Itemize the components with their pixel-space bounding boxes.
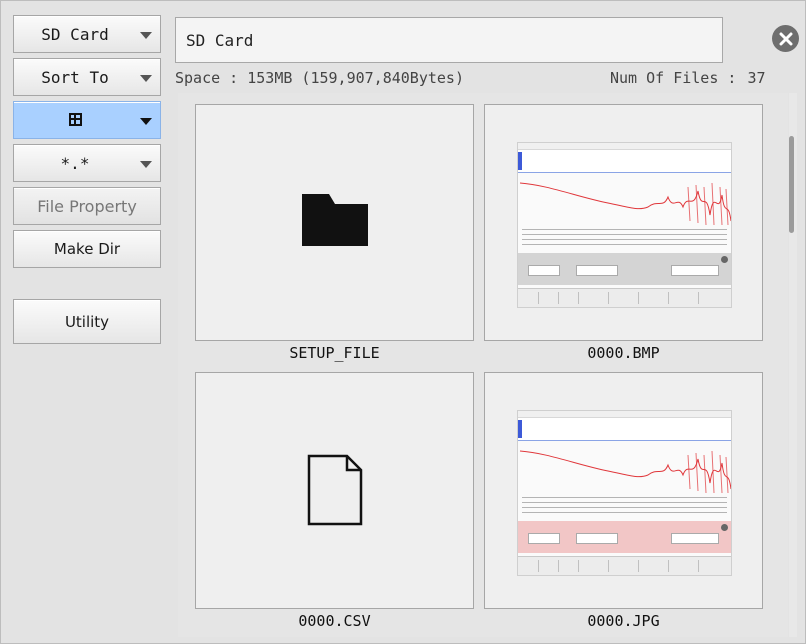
- file-preview: [195, 104, 474, 341]
- bmp-thumbnail: [517, 142, 732, 308]
- file-grid: SETUP_FILE 0000.BMP 0000.CSV 0000.JPG: [178, 93, 788, 637]
- waveform-graph: [519, 450, 731, 494]
- utility-button[interactable]: Utility: [13, 299, 161, 344]
- close-button[interactable]: [772, 25, 799, 52]
- file-count-value: 37: [747, 69, 766, 87]
- file-preview: [484, 372, 763, 609]
- path-text: SD Card: [186, 30, 254, 50]
- file-tile[interactable]: 0000.JPG: [484, 372, 763, 633]
- file-filter-dropdown[interactable]: *.*: [13, 144, 161, 182]
- sort-dropdown-label: Sort To: [41, 67, 109, 87]
- jpg-thumbnail: [517, 410, 732, 576]
- file-name: 0000.BMP: [587, 344, 660, 362]
- view-mode-dropdown[interactable]: [13, 101, 161, 139]
- file-name: 0000.CSV: [298, 612, 371, 630]
- path-field[interactable]: SD Card: [175, 17, 723, 63]
- file-property-button[interactable]: File Property: [13, 187, 161, 225]
- document-icon: [307, 454, 363, 526]
- file-tile[interactable]: 0000.CSV: [195, 372, 474, 633]
- file-preview: [484, 104, 763, 341]
- storage-dropdown[interactable]: SD Card: [13, 15, 161, 53]
- scrollbar-thumb[interactable]: [789, 136, 794, 233]
- folder-icon: [302, 194, 368, 246]
- chevron-down-icon: [140, 118, 152, 125]
- sort-dropdown[interactable]: Sort To: [13, 58, 161, 96]
- chevron-down-icon: [140, 32, 152, 39]
- make-dir-button[interactable]: Make Dir: [13, 230, 161, 268]
- utility-label: Utility: [64, 312, 110, 331]
- file-name: SETUP_FILE: [289, 344, 380, 362]
- file-count-label: Num Of Files :: [610, 69, 737, 87]
- grid-view-icon: [68, 112, 82, 126]
- file-preview: [195, 372, 474, 609]
- file-property-label: File Property: [37, 196, 137, 216]
- chevron-down-icon: [140, 75, 152, 82]
- storage-dropdown-label: SD Card: [41, 24, 109, 44]
- storage-space-info: Space : 153MB (159,907,840Bytes): [175, 69, 464, 87]
- chevron-down-icon: [140, 161, 152, 168]
- close-icon: [779, 32, 792, 45]
- file-tile[interactable]: 0000.BMP: [484, 104, 763, 365]
- file-count-info: Num Of Files : 37: [608, 69, 766, 87]
- file-tile[interactable]: SETUP_FILE: [195, 104, 474, 365]
- file-name: 0000.JPG: [587, 612, 660, 630]
- waveform-graph: [519, 182, 731, 226]
- make-dir-label: Make Dir: [53, 240, 121, 258]
- vertical-scrollbar[interactable]: [789, 93, 797, 637]
- file-filter-label: *.*: [60, 153, 90, 173]
